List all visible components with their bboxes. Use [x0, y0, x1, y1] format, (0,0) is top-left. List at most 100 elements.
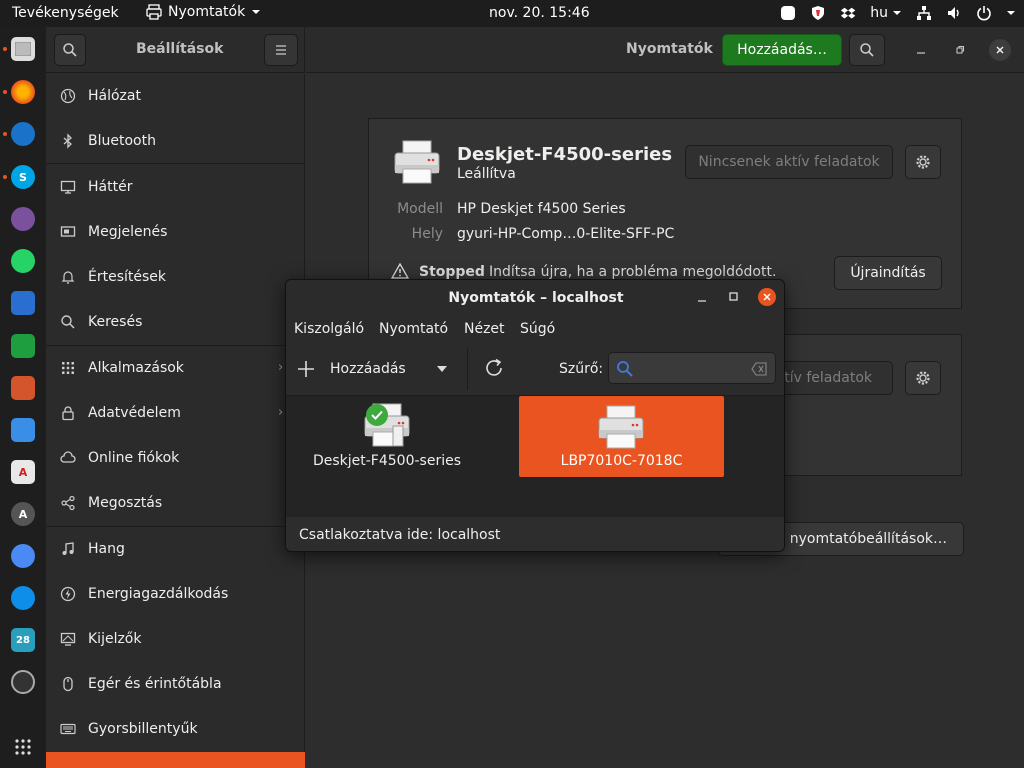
calendar-icon[interactable]: 28 [11, 628, 35, 652]
sidebar-item-label: Hálózat [88, 88, 141, 104]
close-button[interactable] [758, 288, 776, 306]
restart-button[interactable]: Újraindítás [834, 256, 942, 290]
sidebar-item-label: Hang [88, 541, 125, 557]
menu-printer[interactable]: Nyomtató [379, 321, 448, 337]
sidebar-item-label: Egér és érintőtábla [88, 676, 222, 692]
close-button[interactable] [989, 39, 1011, 61]
impress-icon[interactable] [11, 376, 35, 400]
printer-icon-view: Deskjet-F4500-series LBP7010C-7018C [286, 396, 784, 517]
restore-icon [956, 46, 964, 54]
add-button[interactable]: Hozzáadás [296, 352, 456, 386]
keyboard-icon [60, 721, 76, 737]
network-icon[interactable] [916, 5, 932, 21]
app-menu[interactable]: Nyomtatók [146, 4, 261, 20]
clear-icon[interactable] [751, 362, 767, 376]
menu-help[interactable]: Súgó [520, 321, 555, 337]
power-icon[interactable] [976, 5, 992, 21]
cloud-icon [60, 450, 76, 466]
location-value[interactable]: gyuri-HP-Comp…0-Elite-SFF-PC [457, 226, 674, 242]
minimize-icon [917, 52, 925, 54]
bell-icon [60, 269, 76, 285]
maximize-button[interactable] [950, 40, 970, 60]
show-apps-icon[interactable] [11, 735, 35, 759]
sidebar-item-notifications[interactable]: Értesítések [46, 255, 305, 300]
thunderbird-icon[interactable] [11, 122, 35, 146]
calc-icon[interactable] [11, 334, 35, 358]
sidebar-item-network[interactable]: Hálózat [46, 74, 305, 119]
globe-icon [60, 88, 76, 104]
chat-icon[interactable] [780, 5, 796, 21]
software-icon[interactable]: A [11, 502, 35, 526]
chevron-down-icon[interactable] [1006, 8, 1016, 18]
settings-menu-button[interactable] [264, 34, 298, 66]
maximize-icon [729, 292, 738, 301]
printer-item[interactable]: Deskjet-F4500-series [306, 396, 468, 477]
printer-item-selected[interactable]: LBP7010C-7018C [519, 396, 724, 477]
chevron-down-icon [251, 7, 261, 17]
minimize-button[interactable] [696, 291, 708, 303]
dropbox-icon[interactable] [840, 5, 856, 21]
minimize-icon [698, 300, 706, 302]
lock-icon [60, 405, 76, 421]
sidebar-item-applications[interactable]: Alkalmazások › [46, 346, 305, 391]
sidebar-item-label: Gyorsbillentyűk [88, 721, 198, 737]
minimize-button[interactable] [911, 40, 931, 60]
sidebar-item-label: Adatvédelem [88, 405, 181, 421]
maximize-button[interactable] [728, 291, 740, 303]
writer-icon[interactable] [11, 291, 35, 315]
dialog-titlebar[interactable]: Nyomtatók – localhost [286, 280, 784, 316]
files-icon[interactable] [11, 37, 35, 61]
menu-server[interactable]: Kiszolgáló [294, 321, 364, 337]
cards-icon[interactable]: A [11, 460, 35, 484]
printer-settings-button[interactable] [905, 361, 941, 395]
sidebar-item-sharing[interactable]: Megosztás [46, 481, 305, 526]
refresh-button[interactable] [482, 356, 506, 380]
sidebar-item-search[interactable]: Keresés [46, 300, 305, 345]
no-active-jobs-button[interactable]: Nincsenek aktív feladatok [685, 145, 893, 179]
teamviewer-icon[interactable] [11, 586, 35, 610]
sidebar-item-label: Bluetooth [88, 133, 156, 149]
shield-icon[interactable] [810, 5, 826, 21]
firefox-icon[interactable] [11, 80, 35, 104]
music-icon [60, 541, 76, 557]
filter-label: Szűrő: [559, 361, 604, 377]
connection-status: Csatlakoztatva ide: localhost [299, 527, 501, 543]
filter-input[interactable] [608, 352, 776, 384]
printer-name[interactable]: Deskjet-F4500-series [457, 144, 672, 165]
whatsapp-icon[interactable] [11, 249, 35, 273]
printer-item-label: Deskjet-F4500-series [312, 453, 462, 469]
sidebar-item-privacy[interactable]: Adatvédelem › [46, 391, 305, 436]
sidebar-item-printers-selected[interactable] [46, 752, 305, 768]
volume-icon[interactable] [946, 5, 962, 21]
sidebar-item-mouse[interactable]: Egér és érintőtábla [46, 662, 305, 707]
sidebar-item-online-accounts[interactable]: Online fiókok [46, 436, 305, 481]
printer-settings-button[interactable] [905, 145, 941, 179]
sidebar-item-appearance[interactable]: Megjelenés [46, 210, 305, 255]
settings-title: Beállítások [136, 41, 224, 57]
clock[interactable]: nov. 20. 15:46 [489, 5, 590, 21]
activities-button[interactable]: Tevékenységek [12, 5, 119, 21]
add-printer-button[interactable]: Hozzáadás… [722, 34, 842, 66]
printers-search-button[interactable] [849, 34, 885, 66]
sidebar-item-label: Online fiókok [88, 450, 180, 466]
skype-icon[interactable]: S [11, 165, 35, 189]
sidebar-item-bluetooth[interactable]: Bluetooth [46, 119, 305, 164]
chromium-icon[interactable] [11, 544, 35, 568]
language-menu[interactable]: hu [870, 5, 902, 21]
sidebar-separator [46, 163, 305, 164]
printer-icon [597, 404, 645, 450]
software-updater-icon[interactable] [11, 418, 35, 442]
refresh-icon [486, 358, 502, 376]
sidebar-item-sound[interactable]: Hang [46, 527, 305, 572]
printer-icon [393, 139, 441, 185]
sidebar-item-keyboard[interactable]: Gyorsbillentyűk [46, 707, 305, 752]
viber-icon[interactable] [11, 207, 35, 231]
settings-search-button[interactable] [54, 34, 86, 66]
disc-icon[interactable] [11, 670, 35, 694]
monitor-icon [60, 179, 76, 195]
toolbar-separator [467, 348, 468, 390]
sidebar-item-background[interactable]: Háttér [46, 165, 305, 210]
sidebar-item-power[interactable]: Energiagazdálkodás [46, 572, 305, 617]
menu-view[interactable]: Nézet [464, 321, 505, 337]
sidebar-item-displays[interactable]: Kijelzők [46, 617, 305, 662]
